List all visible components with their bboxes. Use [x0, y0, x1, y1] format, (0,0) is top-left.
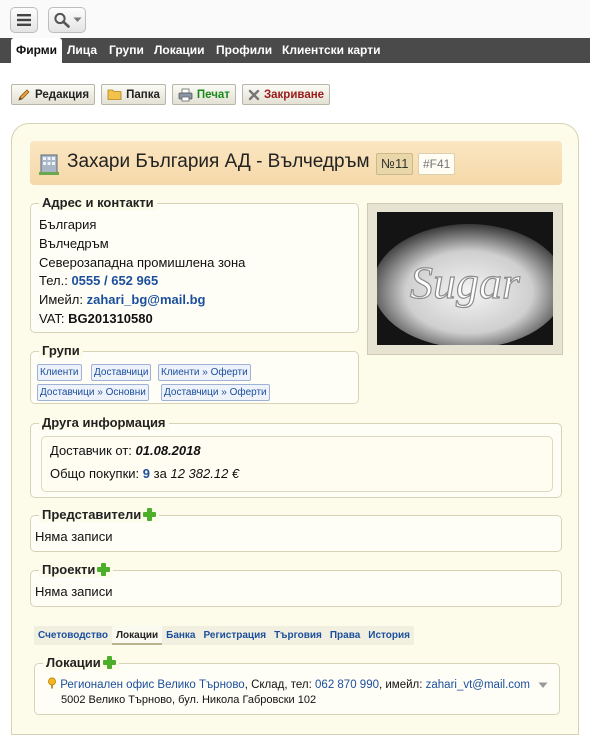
search-icon — [53, 12, 70, 28]
vat-label: VAT: — [39, 311, 65, 326]
tab-bank[interactable]: Банка — [162, 626, 199, 645]
vat-value: BG201310580 — [68, 311, 153, 326]
edit-button[interactable]: Редакция — [11, 84, 96, 105]
search-button[interactable] — [48, 7, 86, 33]
main-tabs: Фирми Лица Групи Локации Профили Клиентс… — [0, 38, 590, 63]
tab-accounting[interactable]: Счетоводство — [34, 626, 112, 645]
projects-legend: Проекти — [39, 562, 114, 577]
chevron-down-icon — [73, 17, 81, 22]
tab-rights[interactable]: Права — [326, 626, 364, 645]
folder-label: Папка — [126, 88, 160, 101]
group-tag-suppliers-main[interactable]: Доставчици » Основни — [37, 384, 149, 401]
total-purchases-for: за — [153, 466, 167, 481]
group-tag-suppliers-offers[interactable]: Доставчици » Оферти — [161, 384, 270, 401]
tab-trade[interactable]: Търговия — [270, 626, 326, 645]
chevron-down-icon[interactable] — [538, 682, 548, 689]
address-city: Вълчедръм — [39, 236, 109, 251]
group-tag-clients-offers[interactable]: Клиенти » Оферти — [158, 364, 251, 381]
supplier-since-row: Доставчик от: 01.08.2018 — [50, 443, 201, 458]
representatives-legend: Представители — [39, 507, 160, 522]
tab-profiles[interactable]: Профили — [211, 38, 277, 63]
company-photo-frame: Sugar — [367, 203, 563, 355]
projects-legend-text: Проекти — [42, 562, 96, 577]
print-button[interactable]: Печат — [171, 84, 236, 105]
locations-legend: Локации — [43, 655, 119, 670]
phone-link[interactable]: 0555 / 652 965 — [71, 273, 158, 288]
menu-button[interactable] — [10, 7, 38, 33]
building-icon — [39, 154, 59, 175]
locations-section: Локации Регионален офис Велико Търново, … — [34, 655, 560, 715]
tab-persons[interactable]: Лица — [62, 38, 102, 63]
location-type: , Склад, тел: — [244, 679, 312, 691]
address-zone: Северозападна промишлена зона — [39, 255, 246, 270]
location-name-link[interactable]: Регионален офис Велико Търново — [60, 679, 245, 691]
pencil-icon — [18, 88, 30, 101]
company-card: Захари България АД - Вълчедръм №11 #F41 … — [11, 123, 579, 735]
close-button[interactable]: Закриване — [241, 84, 331, 105]
locations-legend-text: Локации — [46, 655, 101, 670]
location-email-link[interactable]: zahari_vt@mail.com — [426, 679, 530, 691]
location-phone-link[interactable]: 062 870 990 — [315, 679, 379, 691]
record-code-badge: #F41 — [418, 153, 456, 175]
total-purchases-label: Общо покупки: — [50, 466, 140, 481]
groups-section: Групи Клиенти Доставчици Клиенти » Оферт… — [30, 343, 359, 404]
location-email-label: , имейл: — [378, 679, 423, 691]
add-representative-icon[interactable] — [143, 508, 157, 521]
email-label: Имейл: — [39, 292, 83, 307]
add-location-icon[interactable] — [102, 656, 116, 669]
tab-history[interactable]: История — [364, 626, 414, 645]
tab-firms[interactable]: Фирми — [11, 38, 63, 63]
toolbar: Редакция Папка Печат Закриване — [11, 84, 331, 105]
address-contacts-legend: Адрес и контакти — [39, 195, 157, 210]
phone-row: Тел.: 0555 / 652 965 — [39, 273, 158, 288]
representatives-empty: Няма записи — [35, 529, 113, 544]
other-info-inner: Доставчик от: 01.08.2018 Общо покупки: 9… — [41, 436, 553, 492]
add-project-icon[interactable] — [97, 563, 111, 576]
sugar-image: Sugar — [377, 212, 553, 345]
projects-empty: Няма записи — [35, 584, 113, 599]
tab-client-cards[interactable]: Клиентски карти — [277, 38, 385, 63]
folder-button[interactable]: Папка — [101, 84, 166, 105]
tab-locations[interactable]: Локации — [149, 38, 210, 63]
photo-caption: Sugar — [410, 257, 521, 308]
tab-registration[interactable]: Регистрация — [200, 626, 271, 645]
tab-groups[interactable]: Групи — [104, 38, 149, 63]
record-number-badge: №11 — [376, 153, 414, 175]
company-title-bar: Захари България АД - Вълчедръм №11 #F41 — [30, 141, 562, 185]
company-photo[interactable]: Sugar — [377, 212, 553, 345]
groups-legend: Групи — [39, 343, 83, 358]
edit-label: Редакция — [35, 88, 90, 101]
location-item: Регионален офис Велико Търново, Склад, т… — [47, 677, 530, 691]
representatives-legend-text: Представители — [42, 507, 142, 522]
total-purchases-amount: 12 382.12 € — [170, 466, 240, 481]
total-purchases-row: Общо покупки: 9 за 12 382.12 € — [50, 466, 239, 481]
tab-locations-detail[interactable]: Локации — [112, 626, 163, 645]
address-contacts-section: Адрес и контакти България Вълчедръм Севе… — [30, 195, 359, 333]
other-info-section: Друга информация Доставчик от: 01.08.201… — [30, 415, 562, 498]
email-row: Имейл: zahari_bg@mail.bg — [39, 292, 205, 307]
email-link[interactable]: zahari_bg@mail.bg — [87, 292, 206, 307]
detail-tabs: Счетоводство Локации Банка Регистрация Т… — [34, 626, 414, 645]
projects-section: Проекти Няма записи — [30, 562, 562, 607]
supplier-since-date: 01.08.2018 — [135, 443, 201, 458]
phone-label: Тел.: — [39, 273, 68, 288]
location-address: 5002 Велико Търново, бул. Никола Габровс… — [61, 694, 317, 706]
total-purchases-count[interactable]: 9 — [143, 466, 150, 481]
page-title: Захари България АД - Вълчедръм — [67, 151, 370, 172]
print-label: Печат — [196, 88, 230, 101]
close-label: Закриване — [263, 88, 325, 101]
close-icon — [248, 89, 260, 100]
group-tag-suppliers[interactable]: Доставчици — [91, 364, 152, 381]
supplier-since-label: Доставчик от: — [50, 443, 132, 458]
group-tag-clients[interactable]: Клиенти — [37, 364, 82, 381]
address-country: България — [39, 217, 97, 232]
location-pin-icon — [48, 677, 56, 689]
printer-icon — [178, 88, 193, 101]
representatives-section: Представители Няма записи — [30, 507, 562, 552]
vat-row: VAT: BG201310580 — [39, 311, 153, 326]
folder-icon — [107, 89, 122, 100]
other-info-legend: Друга информация — [39, 415, 169, 430]
top-bar: Фирми Лица Групи Локации Профили Клиентс… — [0, 0, 590, 63]
hamburger-icon — [17, 14, 31, 26]
